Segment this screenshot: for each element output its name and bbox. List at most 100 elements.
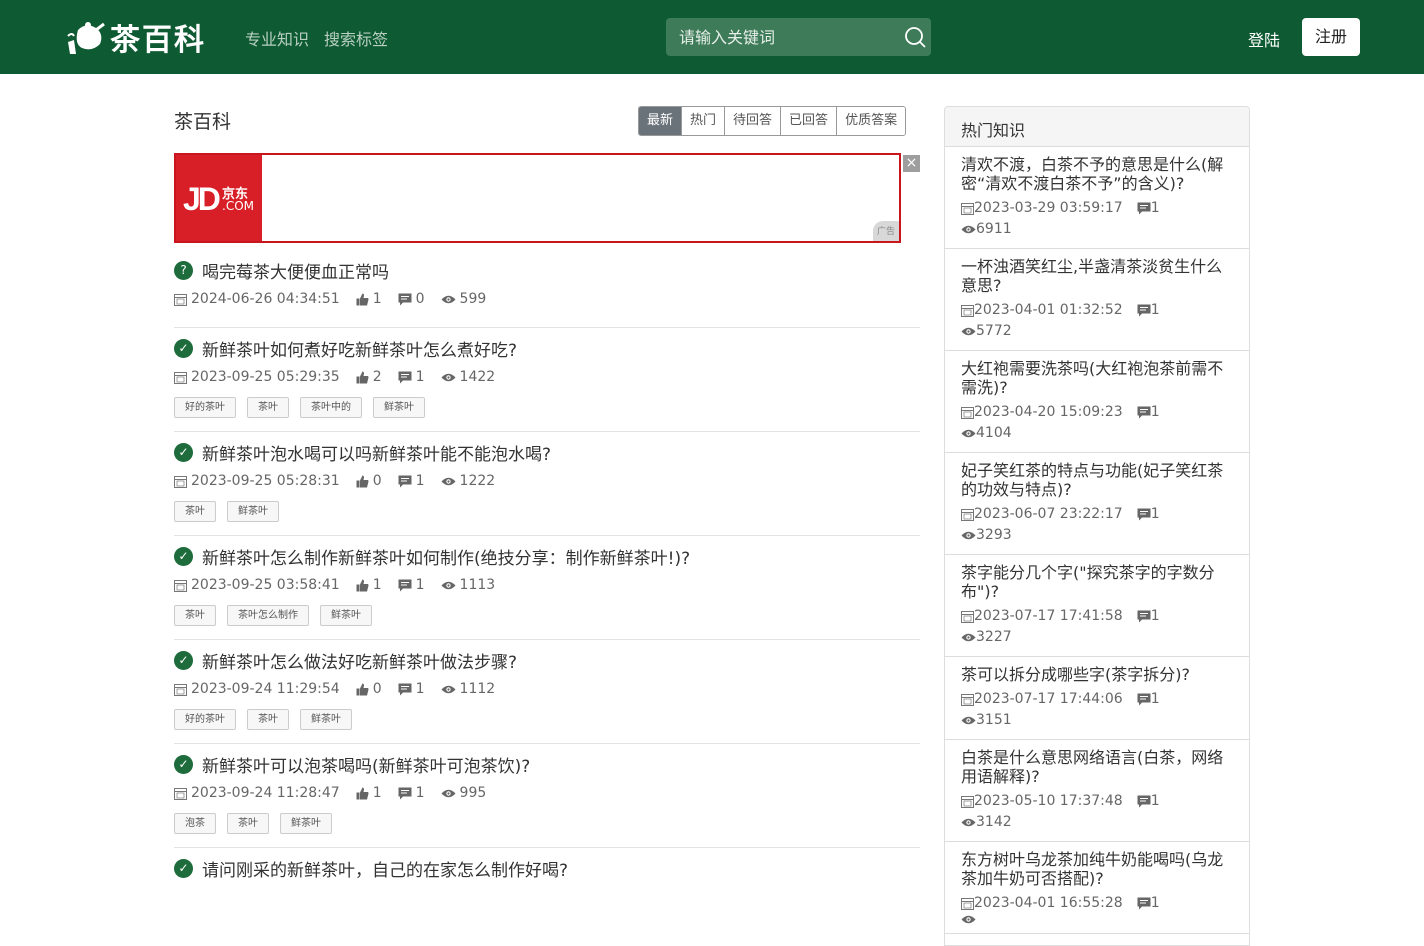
tag-chip[interactable]: 泡茶 xyxy=(174,813,216,834)
thumbs-up-icon xyxy=(356,475,369,487)
hot-item-view-count xyxy=(961,914,976,925)
comment-count: 1 xyxy=(398,785,425,801)
calendar-icon xyxy=(961,796,974,808)
comment-icon xyxy=(1137,202,1151,215)
login-link[interactable]: 登陆 xyxy=(1248,27,1280,51)
comment-icon xyxy=(398,475,412,487)
tag-chip[interactable]: 鲜茶叶 xyxy=(300,709,352,730)
question-title[interactable]: 新鲜茶叶如何煮好吃新鲜茶叶怎么煮好吃? xyxy=(202,336,517,361)
tag-chip[interactable]: 好的茶叶 xyxy=(174,397,236,418)
hot-knowledge-item-title[interactable]: 大红袍需要洗茶吗(大红袍泡茶前需不需洗)? xyxy=(961,359,1233,397)
comment-count: 0 xyxy=(398,291,425,307)
site-logo[interactable]: 茶百科 xyxy=(64,14,206,60)
hot-item-date: 2023-04-20 15:09:23 xyxy=(961,402,1123,423)
hot-knowledge-item-title[interactable]: 东方树叶乌龙茶加纯牛奶能喝吗(乌龙茶加牛奶可否搭配)? xyxy=(961,850,1233,888)
view-count: 1112 xyxy=(441,681,495,697)
hot-item-comment-count-value: 1 xyxy=(1150,404,1160,420)
question-date-value: 2023-09-25 03:58:41 xyxy=(191,577,340,593)
question-title-row[interactable]: ? 喝完莓茶大便便血正常吗 xyxy=(174,250,920,290)
like-count-value: 2 xyxy=(372,369,382,385)
tag-chip[interactable]: 鲜茶叶 xyxy=(320,605,372,626)
search-input[interactable] xyxy=(666,18,891,56)
hot-knowledge-title: 热门知识 xyxy=(945,107,1249,147)
hot-knowledge-item-title[interactable]: 妃子笑红茶的特点与功能(妃子笑红茶的功效与特点)? xyxy=(961,461,1233,499)
hot-item-comment-count-value: 1 xyxy=(1150,608,1160,624)
filter-hot[interactable]: 热门 xyxy=(681,107,725,135)
question-title-row[interactable]: ✓ 新鲜茶叶怎么制作新鲜茶叶如何制作(绝技分享：制作新鲜茶叶!)? xyxy=(174,536,920,576)
tag-chip[interactable]: 茶叶 xyxy=(247,397,289,418)
hot-knowledge-item-title[interactable]: 一杯浊酒笑红尘,半盏清茶淡贫生什么意思? xyxy=(961,257,1233,295)
ad-close-button[interactable]: × xyxy=(903,155,920,172)
view-count-value: 1222 xyxy=(459,473,496,489)
question-title-row[interactable]: ✓ 新鲜茶叶如何煮好吃新鲜茶叶怎么煮好吃? xyxy=(174,328,920,368)
like-count-value: 1 xyxy=(372,577,382,593)
question-date: 2023-09-25 05:28:31 xyxy=(174,473,340,489)
views-icon xyxy=(961,818,976,827)
tag-chip[interactable]: 鲜茶叶 xyxy=(227,501,279,522)
hot-item-view-count-value: 3142 xyxy=(976,814,1012,830)
tag-chip[interactable]: 茶叶 xyxy=(174,501,216,522)
search-icon[interactable] xyxy=(904,26,926,48)
hot-item-date-value: 2023-04-01 16:55:28 xyxy=(974,895,1123,911)
like-count-value: 1 xyxy=(372,785,382,801)
hot-item-date-value: 2023-06-07 23:22:17 xyxy=(974,506,1123,522)
question-title-row[interactable]: ✓ 新鲜茶叶可以泡茶喝吗(新鲜茶叶可泡茶饮)? xyxy=(174,744,920,784)
hot-item-view-count-value: 6911 xyxy=(976,221,1012,237)
question-date-value: 2023-09-25 05:29:35 xyxy=(191,369,340,385)
tag-chip[interactable]: 茶叶 xyxy=(227,813,269,834)
comment-count: 1 xyxy=(398,473,425,489)
comment-icon xyxy=(1137,693,1151,706)
question-date: 2023-09-24 11:29:54 xyxy=(174,681,340,697)
question-meta: 2023-09-25 03:58:41 1 1 1113 xyxy=(174,576,920,594)
comment-count-value: 1 xyxy=(415,473,425,489)
hot-knowledge-item-title[interactable]: 茶可以拆分成哪些字(茶字拆分)? xyxy=(961,665,1233,684)
question-meta: 2024-06-26 04:34:51 1 0 599 xyxy=(174,290,920,308)
tag-chip[interactable]: 鲜茶叶 xyxy=(373,397,425,418)
nav-professional-knowledge[interactable]: 专业知识 xyxy=(245,26,309,50)
hot-knowledge-item-title[interactable]: 茶字能分几个字("探究茶字的字数分布")? xyxy=(961,563,1233,601)
hot-item-view-count-value: 4104 xyxy=(976,425,1012,441)
filter-latest[interactable]: 最新 xyxy=(639,107,682,135)
tag-chip[interactable]: 茶叶怎么制作 xyxy=(227,605,309,626)
filter-pending[interactable]: 待回答 xyxy=(724,107,781,135)
question-title[interactable]: 新鲜茶叶怎么做法好吃新鲜茶叶做法步骤? xyxy=(202,648,517,673)
comment-count-value: 1 xyxy=(415,785,425,801)
tag-chip[interactable]: 茶叶 xyxy=(174,605,216,626)
tag-chip[interactable]: 茶叶中的 xyxy=(300,397,362,418)
tag-chip[interactable]: 鲜茶叶 xyxy=(280,813,332,834)
question-title[interactable]: 新鲜茶叶泡水喝可以吗新鲜茶叶能不能泡水喝? xyxy=(202,440,551,465)
question-title[interactable]: 新鲜茶叶怎么制作新鲜茶叶如何制作(绝技分享：制作新鲜茶叶!)? xyxy=(202,544,690,569)
views-icon xyxy=(441,581,456,589)
question-title[interactable]: 喝完莓茶大便便血正常吗 xyxy=(202,258,389,283)
views-icon xyxy=(961,327,976,336)
question-item: ✓ 请问刚采的新鲜茶叶，自己的在家怎么制作好喝? xyxy=(174,848,920,903)
hot-knowledge-item: 东方树叶乌龙茶加纯牛奶能喝吗(乌龙茶加牛奶可否搭配)? 2023-04-01 16… xyxy=(945,842,1249,934)
nav-search-tags[interactable]: 搜索标签 xyxy=(324,26,388,50)
hot-item-date: 2023-04-01 01:32:52 xyxy=(961,300,1123,321)
hot-item-view-count: 3151 xyxy=(961,710,1012,731)
question-title[interactable]: 新鲜茶叶可以泡茶喝吗(新鲜茶叶可泡茶饮)? xyxy=(202,752,530,777)
hot-knowledge-item-title[interactable]: 白茶是什么意思网络语言(白茶，网络用语解释)? xyxy=(961,748,1233,786)
hot-knowledge-item-title[interactable]: 清欢不渡，白茶不予的意思是什么(解密“清欢不渡白茶不予”的含义)? xyxy=(961,155,1233,193)
question-date-value: 2023-09-24 11:28:47 xyxy=(191,785,340,801)
top-navbar: 茶百科 专业知识 搜索标签 登陆 注册 xyxy=(0,0,1424,74)
thumbs-up-icon xyxy=(356,579,369,591)
question-title-row[interactable]: ✓ 新鲜茶叶怎么做法好吃新鲜茶叶做法步骤? xyxy=(174,640,920,680)
filter-best-answer[interactable]: 优质答案 xyxy=(836,107,906,135)
tag-list: 茶叶 茶叶怎么制作 鲜茶叶 xyxy=(174,605,920,626)
ad-banner[interactable]: JD 京东 .COM 广告 xyxy=(174,153,901,243)
thumbs-up-icon xyxy=(356,293,369,305)
hot-item-view-count: 6911 xyxy=(961,219,1012,240)
tag-chip[interactable]: 好的茶叶 xyxy=(174,709,236,730)
views-icon xyxy=(441,789,456,797)
tag-chip[interactable]: 茶叶 xyxy=(247,709,289,730)
question-item: ✓ 新鲜茶叶可以泡茶喝吗(新鲜茶叶可泡茶饮)? 2023-09-24 11:28:4… xyxy=(174,744,920,848)
hot-item-date-value: 2023-04-01 01:32:52 xyxy=(974,302,1123,318)
filter-answered[interactable]: 已回答 xyxy=(780,107,837,135)
register-button[interactable]: 注册 xyxy=(1302,18,1360,56)
question-title-row[interactable]: ✓ 请问刚采的新鲜茶叶，自己的在家怎么制作好喝? xyxy=(174,848,920,888)
view-count-value: 599 xyxy=(459,291,487,307)
comment-icon xyxy=(1137,897,1151,910)
question-title-row[interactable]: ✓ 新鲜茶叶泡水喝可以吗新鲜茶叶能不能泡水喝? xyxy=(174,432,920,472)
question-title[interactable]: 请问刚采的新鲜茶叶，自己的在家怎么制作好喝? xyxy=(202,856,568,881)
